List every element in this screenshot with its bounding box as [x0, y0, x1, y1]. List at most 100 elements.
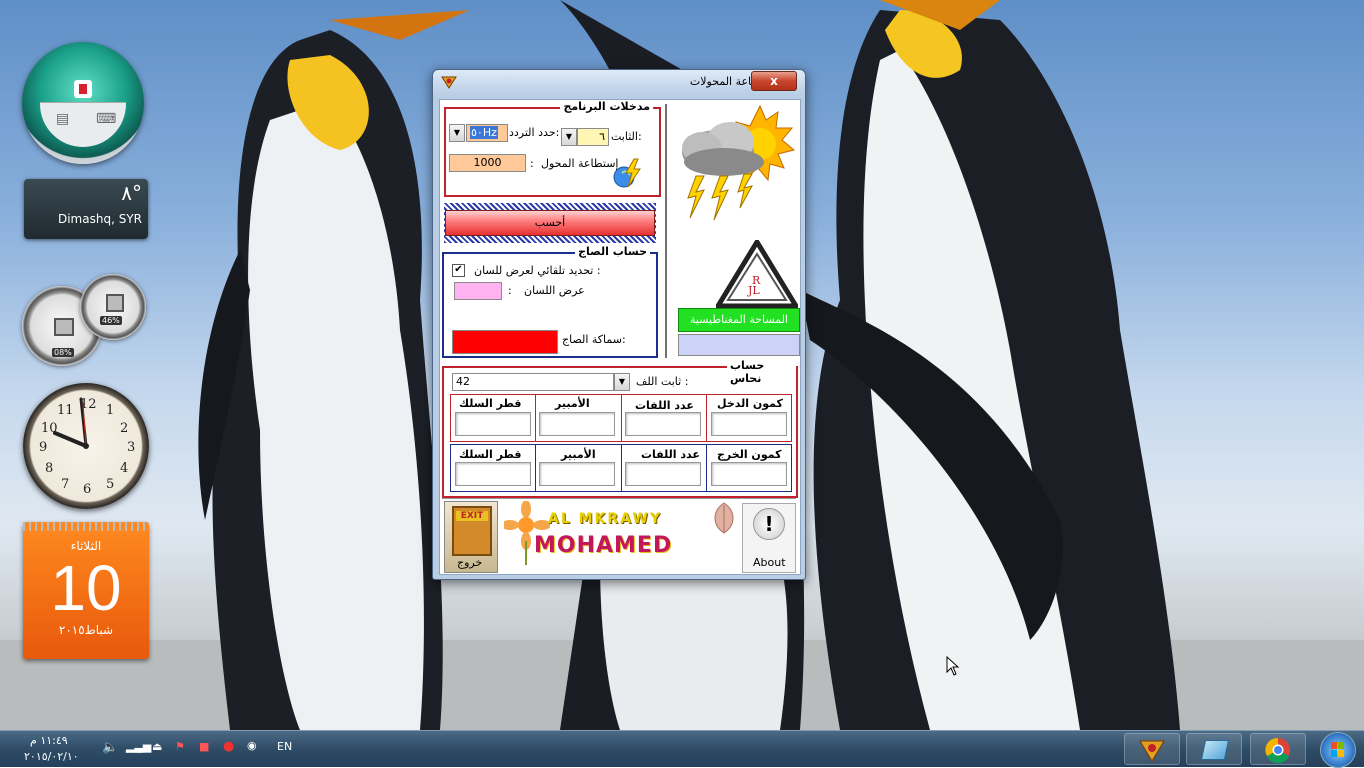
language-indicator[interactable]: EN [277, 740, 292, 753]
door-icon: EXIT [452, 506, 492, 556]
start-button[interactable] [1316, 731, 1360, 768]
flag-icon[interactable]: ⚑ [175, 740, 185, 753]
calc-button-frame: أحسب [444, 203, 656, 243]
banner-bottom-text: MOHAMED [534, 533, 673, 558]
panel-divider [665, 104, 667, 358]
memory-percent: 46% [100, 316, 122, 325]
taskbar: ١١:٤٩ م ٢٠١٥/٠٢/١٠ 🔈 ▂▃▅ ⏏ ⚑ ■ ● ◉ EN [0, 730, 1364, 768]
document-icon: ▤ [56, 111, 70, 127]
taskbar-app-chrome[interactable] [1250, 733, 1306, 765]
output-voltage-field[interactable] [711, 462, 787, 486]
input-ampere-field[interactable] [539, 412, 615, 436]
taskbar-date: ٢٠١٥/٠٢/١٠ [24, 750, 79, 763]
record-icon[interactable]: ◉ [247, 739, 257, 752]
input-turns-field[interactable] [625, 412, 701, 436]
constant-label: الثابت: [611, 130, 642, 143]
output-ampere-field[interactable] [539, 462, 615, 486]
weather-gadget[interactable]: ٨° Dimashq, SYR [24, 179, 148, 239]
coil-constant-label: ثابت اللف : [636, 375, 689, 388]
close-button[interactable]: x [751, 71, 797, 91]
taskbar-time: ١١:٤٩ م [30, 734, 68, 747]
banner-top-text: AL MKRAWY [548, 511, 662, 527]
sheet-thickness-label: سماكة الصاج: [562, 333, 626, 346]
calendar-day: 10 [50, 552, 122, 624]
calendar-month-year: شباط٢٠١٥ [58, 623, 114, 637]
keyboard-icon: ⌨ [96, 111, 117, 127]
about-button[interactable]: ! About [742, 503, 796, 573]
taskbar-clock[interactable]: ١١:٤٩ م ٢٠١٥/٠٢/١٠ [0, 731, 92, 767]
weather-city: Dimashq, SYR [57, 212, 142, 226]
output-voltage-header: كمون الخرج [717, 448, 782, 461]
frequency-value: ٥٠Hz [470, 126, 498, 139]
output-wire-diameter-header: قطر السلك [459, 448, 522, 461]
input-voltage-field[interactable] [711, 412, 787, 436]
constant-select[interactable]: ٦ [577, 128, 609, 146]
input-voltage-header: كمون الدخل [717, 397, 783, 410]
magnetic-area-field[interactable] [678, 334, 800, 356]
taskbar-app-explorer[interactable] [1186, 733, 1242, 765]
chrome-icon [1265, 737, 1290, 763]
cpu-meter-gadget[interactable]: 08% 46% [22, 274, 148, 366]
sheet-thickness-input[interactable] [452, 330, 558, 354]
meter-base: ▤ ⌨ [40, 102, 126, 147]
power-input[interactable]: 1000 [449, 154, 526, 172]
memory-chip-icon [106, 294, 124, 312]
inputs-group: مدخلات البرنامج ▼ ٥٠Hz حدد التردد: ▼ ٦ ا… [444, 100, 661, 197]
output-turns-header: عدد اللفات [641, 448, 700, 461]
window-titlebar[interactable]: قانون صناعة المحولات x [433, 70, 805, 95]
sheet-group-legend: حساب الصاج [575, 245, 650, 258]
input-wire-diameter-field[interactable] [455, 412, 531, 436]
exit-button[interactable]: EXIT خروج [444, 501, 498, 573]
windows-orb-icon [1320, 732, 1356, 768]
explorer-icon [1200, 740, 1230, 760]
input-turns-header: عدد اللفات [635, 399, 694, 412]
about-label: About [753, 556, 786, 569]
volume-icon[interactable]: 🔈 [102, 740, 118, 755]
frequency-label: حدد التردد: [509, 126, 560, 139]
power-label: إستطاعة المحول [541, 157, 619, 170]
taskbar-app-transformer[interactable] [1124, 733, 1180, 765]
output-wire-diameter-field[interactable] [455, 462, 531, 486]
input-wire-diameter-header: قطر السلك [459, 397, 522, 410]
frequency-dropdown-button[interactable]: ▼ [449, 124, 465, 142]
sheet-group: حساب الصاج ✔ تحديد تلقائي لعرض للسان : :… [442, 245, 658, 358]
auto-width-label: تحديد تلقائي لعرض للسان : [474, 264, 601, 277]
output-turns-field[interactable] [625, 462, 701, 486]
tongue-width-input[interactable] [454, 282, 502, 300]
input-coil-row: كمون الدخل عدد اللفات الأمبير قطر السلك [450, 394, 792, 442]
power-colon: : [530, 157, 534, 170]
exit-sign: EXIT [456, 511, 488, 521]
usb-icon[interactable]: ⏏ [152, 740, 162, 753]
calendar-weekday: الثلاثاء [70, 539, 102, 553]
auto-width-checkbox[interactable]: ✔ [452, 264, 465, 277]
memory-dial: 46% [80, 274, 146, 340]
copper-group-legend: حساب نحاس [727, 359, 796, 385]
cpu-chip-icon [54, 318, 74, 336]
inputs-group-legend: مدخلات البرنامج [560, 100, 653, 113]
clock-hands [53, 397, 89, 449]
kaspersky-tray-icon[interactable]: ■ [199, 740, 209, 753]
signal-icon[interactable]: ▂▃▅ [126, 740, 151, 753]
opera-icon[interactable]: ● [223, 739, 234, 754]
coil-constant-select[interactable]: 42 [452, 373, 614, 391]
lightning-globe-icon [613, 158, 641, 188]
tongue-width-colon: : [508, 284, 512, 297]
window-client-area: مدخلات البرنامج ▼ ٥٠Hz حدد التردد: ▼ ٦ ا… [439, 99, 801, 575]
info-icon: ! [753, 508, 785, 540]
output-coil-row: كمون الخرج عدد اللفات الأمبير قطر السلك [450, 444, 792, 492]
output-ampere-header: الأمبير [561, 448, 596, 461]
clock-gadget[interactable]: 12 1 2 3 4 5 6 7 8 9 10 11 [23, 383, 149, 509]
coil-constant-dropdown-button[interactable]: ▼ [614, 373, 630, 391]
copper-group: حساب نحاس 42 ▼ ثابت اللف : كمون الدخل عد… [442, 359, 798, 498]
calculate-button[interactable]: أحسب [445, 210, 655, 236]
mouse-cursor-icon [946, 656, 960, 676]
network-meter-gadget[interactable]: ▤ ⌨ [22, 42, 144, 164]
author-banner: AL MKRAWY MOHAMED [504, 501, 740, 571]
storm-sun-icon [682, 104, 796, 221]
calendar-gadget[interactable]: الثلاثاء 10 شباط٢٠١٥ [23, 522, 149, 659]
constant-dropdown-button[interactable]: ▼ [561, 128, 577, 146]
exit-label: خروج [457, 556, 483, 569]
bottom-bar: EXIT خروج AL MKRAWY MOHAMED ! About [442, 498, 796, 573]
frequency-select[interactable]: ٥٠Hz [466, 124, 508, 142]
app-window[interactable]: قانون صناعة المحولات x مدخلات البرنامج ▼… [432, 69, 806, 580]
